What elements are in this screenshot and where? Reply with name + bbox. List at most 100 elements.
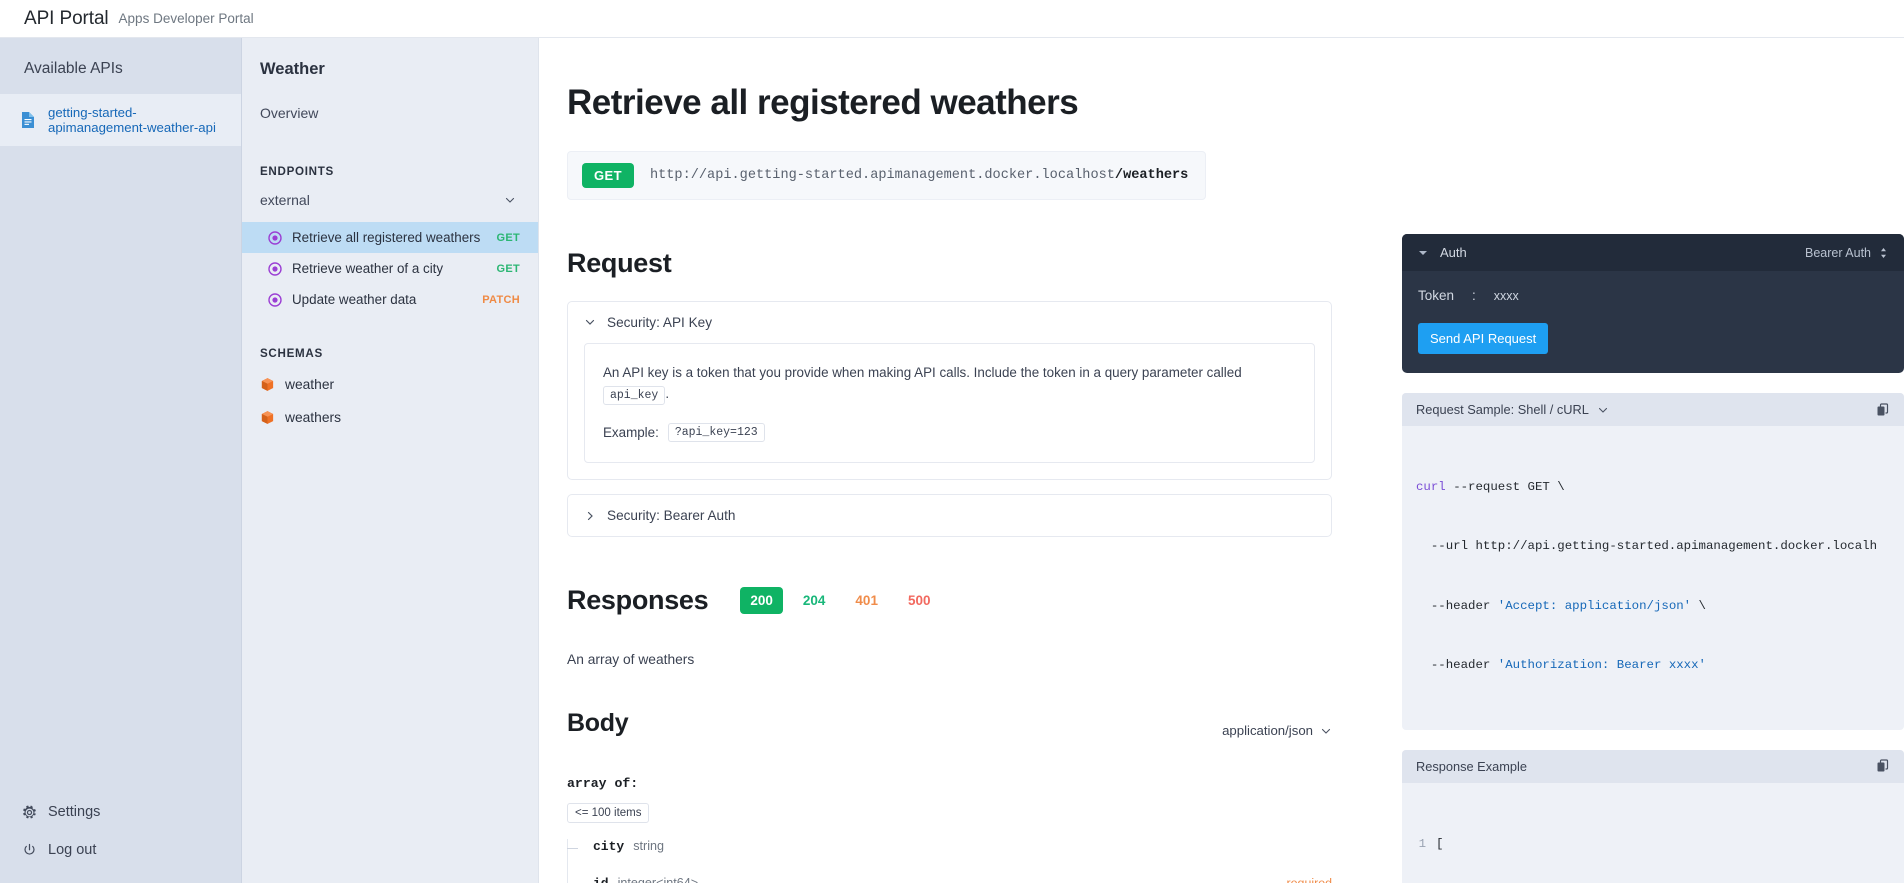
- chevron-right-icon: [587, 511, 593, 520]
- auth-panel: Auth Bearer Auth Token: xxxx Send API R…: [1402, 234, 1904, 373]
- api-portal-app: API Portal Apps Developer Portal Availab…: [0, 0, 1904, 883]
- endpoint-url: http://api.getting-started.apimanagement…: [650, 168, 1188, 183]
- url-path: /weathers: [1114, 167, 1189, 183]
- response-tab-204[interactable]: 204: [793, 587, 836, 614]
- brand-subtitle: Apps Developer Portal: [118, 11, 254, 26]
- auth-mode-label: Bearer Auth: [1804, 245, 1871, 260]
- response-tab-500[interactable]: 500: [898, 587, 941, 614]
- gear-icon: [23, 805, 36, 818]
- nav-item-overview[interactable]: Overview: [242, 79, 538, 127]
- token-label: Token: [1418, 288, 1455, 303]
- token-input[interactable]: xxxx: [1494, 289, 1519, 303]
- sidebar-schema-weathers[interactable]: weathers: [242, 401, 538, 434]
- document-icon: [22, 112, 34, 128]
- sidebar-endpoint-retrieve-all[interactable]: Retrieve all registered weathers GET: [242, 222, 538, 253]
- line-number: 1: [1418, 836, 1426, 851]
- mime-type-label: application/json: [1222, 723, 1313, 739]
- endpoint-group-label: external: [260, 192, 310, 208]
- chevron-down-icon: [505, 197, 515, 203]
- operation-target-icon: [268, 230, 282, 245]
- auth-mode-select[interactable]: Bearer Auth: [1805, 246, 1888, 260]
- caret-down-icon: [1419, 250, 1427, 255]
- field-required: required: [1287, 876, 1332, 883]
- chevron-down-icon: [1321, 728, 1331, 734]
- endpoint-method: PATCH: [482, 293, 520, 306]
- response-tab-200[interactable]: 200: [740, 587, 783, 615]
- security-bearer-accordion: Security: Bearer Auth: [567, 494, 1332, 538]
- chevron-down-icon: [1598, 407, 1607, 413]
- auth-title: Auth: [1440, 245, 1467, 260]
- code-line: --url http://api.getting-started.apimana…: [1416, 539, 1878, 554]
- security-bearer-header[interactable]: Security: Bearer Auth: [568, 495, 1331, 536]
- mime-type-select[interactable]: application/json: [1222, 723, 1332, 738]
- apikey-example-row: Example: ?api_key=123: [603, 423, 1296, 443]
- field-city: city string: [567, 839, 1332, 854]
- security-apikey-title: Security: API Key: [607, 314, 713, 330]
- send-api-request-button[interactable]: Send API Request: [1418, 323, 1549, 354]
- apikey-description-post: .: [665, 385, 670, 401]
- operation-target-icon: [268, 261, 282, 276]
- schema-cube-icon: [261, 411, 274, 424]
- auth-panel-header[interactable]: Auth Bearer Auth: [1402, 234, 1904, 271]
- settings-button[interactable]: Settings: [0, 793, 241, 831]
- code-line: curl curl --request GET \--request GET \: [1416, 479, 1565, 494]
- apikey-param-code: api_key: [603, 385, 666, 405]
- endpoint-label: Update weather data: [292, 292, 417, 307]
- field-type: string: [633, 839, 665, 854]
- left-sidebar: Available APIs getting-started-apimanage…: [0, 38, 241, 883]
- logout-label: Log out: [48, 842, 97, 858]
- apikey-description: An API key is a token that you provide w…: [603, 362, 1296, 406]
- sidebar-endpoint-retrieve-city[interactable]: Retrieve weather of a city GET: [242, 253, 538, 284]
- security-apikey-inner: An API key is a token that you provide w…: [584, 342, 1315, 464]
- request-sample-code: curl curl --request GET \--request GET \…: [1402, 426, 1904, 730]
- body-heading: Body: [567, 709, 629, 738]
- response-tab-401[interactable]: 401: [845, 587, 888, 614]
- endpoint-url-bar: GET http://api.getting-started.apimanage…: [567, 150, 1206, 200]
- api-nav-column: Weather Overview ENDPOINTS external Retr…: [241, 38, 539, 883]
- field-line: city string: [593, 839, 1332, 854]
- sort-updown-icon: [1881, 247, 1886, 258]
- available-apis-heading: Available APIs: [24, 60, 123, 77]
- power-icon: [24, 843, 35, 855]
- endpoint-label: Retrieve weather of a city: [292, 261, 444, 276]
- items-constraint-wrap: <= 100 items: [567, 803, 650, 824]
- endpoint-method: GET: [496, 262, 520, 275]
- sidebar-item-label: getting-started-apimanagement-weather-ap…: [48, 105, 216, 135]
- copy-icon[interactable]: [1876, 402, 1890, 417]
- chevron-down-icon: [585, 319, 595, 325]
- field-line: id integer<int64> required: [593, 876, 1332, 883]
- response-example-code: 1[ 2 { 3 "city": "string", 4 "id": 0, 5 …: [1402, 783, 1904, 883]
- endpoint-group-external[interactable]: external: [242, 178, 538, 222]
- operation-target-icon: [268, 292, 282, 307]
- logout-button[interactable]: Log out: [0, 831, 241, 869]
- security-bearer-title: Security: Bearer Auth: [607, 508, 736, 524]
- sidebar-schema-weather[interactable]: weather: [242, 368, 538, 401]
- sidebar-endpoint-update-weather[interactable]: Update weather data PATCH: [242, 284, 538, 315]
- request-sample-title: Request Sample: Shell / cURL: [1416, 402, 1589, 417]
- api-name-heading: Weather: [260, 60, 325, 78]
- response-example-title: Response Example: [1416, 758, 1527, 774]
- response-code-tabs: 200 204 401 500: [740, 587, 941, 615]
- token-colon: :: [1472, 288, 1476, 303]
- responses-heading: Responses: [567, 585, 709, 616]
- auth-header-left: Auth: [1418, 245, 1467, 260]
- schema-label: weathers: [285, 410, 341, 425]
- sidebar-item-getting-started-api[interactable]: getting-started-apimanagement-weather-ap…: [0, 94, 241, 146]
- security-apikey-accordion: Security: API Key An API key is a token …: [567, 300, 1332, 481]
- field-name: id: [593, 876, 609, 883]
- body-section-header: Body application/json: [567, 709, 1332, 738]
- field-type: integer<int64>: [618, 876, 699, 883]
- request-sample-header: Request Sample: Shell / cURL: [1402, 393, 1904, 426]
- copy-icon[interactable]: [1876, 759, 1890, 773]
- schema-cube-icon: [261, 378, 274, 391]
- schemas-heading: SCHEMAS: [260, 347, 323, 360]
- url-base: http://api.getting-started.apimanagement…: [649, 167, 1115, 183]
- endpoints-heading: ENDPOINTS: [260, 165, 334, 178]
- sidebar-footer: Settings Log out: [0, 793, 241, 883]
- request-sample-panel: Request Sample: Shell / cURL curl curl -…: [1402, 393, 1904, 730]
- security-apikey-header[interactable]: Security: API Key: [568, 302, 1331, 343]
- field-id: id integer<int64> required >= -900719925…: [567, 876, 1332, 883]
- request-sample-lang-select[interactable]: Request Sample: Shell / cURL: [1416, 402, 1609, 417]
- token-row: Token : xxxx: [1418, 288, 1888, 303]
- schema-label: weather: [285, 377, 335, 392]
